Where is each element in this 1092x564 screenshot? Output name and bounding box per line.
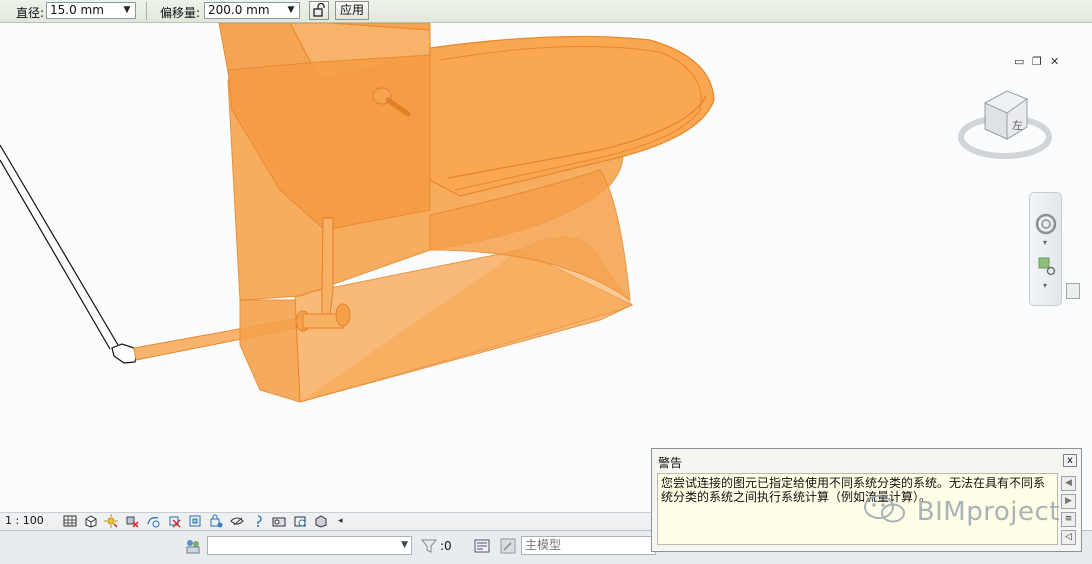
worksharing-icon[interactable] [272, 514, 286, 528]
unlock-icon [313, 2, 325, 17]
visual-style-icon[interactable] [84, 514, 98, 528]
editable-only-icon[interactable] [499, 537, 517, 555]
chevron-down-icon[interactable]: ▼ [121, 3, 133, 18]
close-view-icon[interactable]: ✕ [1050, 55, 1059, 68]
toilet-model-scene[interactable] [0, 23, 1092, 513]
previous-warning-icon[interactable]: ◀ [1061, 476, 1076, 491]
warning-title: 警告 [658, 456, 683, 470]
apply-button[interactable]: 应用 [335, 1, 369, 20]
sun-path-icon[interactable] [104, 514, 118, 528]
viewcube-face-label: 左 [1012, 119, 1023, 132]
analytical-model-icon[interactable] [293, 514, 307, 528]
3d-viewport[interactable]: ▭ ❐ ✕ 左 ▾ ▾ [0, 23, 1092, 513]
vertical-scroll-thumb[interactable] [1066, 283, 1080, 299]
shadows-off-icon[interactable] [125, 514, 139, 528]
minimize-icon[interactable]: ▭ [1014, 55, 1024, 68]
wechat-logo-icon [864, 495, 905, 523]
diameter-label: 直径: [16, 6, 45, 20]
next-warning-icon[interactable]: ▶ [1061, 494, 1076, 509]
separator [146, 2, 147, 20]
show-crop-region-icon[interactable] [188, 514, 202, 528]
detail-level-icon[interactable] [63, 514, 77, 528]
show-details-icon[interactable]: ◁ [1061, 530, 1076, 545]
scroll-left-icon[interactable]: ◂ [338, 514, 352, 528]
worksets-icon[interactable] [184, 537, 202, 555]
expand-warning-icon[interactable]: ≡ [1061, 512, 1076, 527]
workset-selector[interactable]: ▼ [207, 536, 412, 555]
main-model-field[interactable]: 主模型 [521, 536, 656, 555]
lock-3d-view-icon[interactable] [209, 514, 223, 528]
watermark: BIMproject [862, 494, 1060, 527]
view-control-bar: 1 : 100 ◂ [0, 512, 652, 530]
navigation-bar: ▾ ▾ [1029, 192, 1062, 306]
offset-value: 200.0 mm [208, 3, 270, 17]
offset-combobox[interactable]: 200.0 mm ▼ [204, 2, 300, 19]
render-icon[interactable] [146, 514, 160, 528]
viewcube[interactable]: 左 [955, 85, 1055, 170]
design-options-icon[interactable] [473, 537, 491, 555]
temporary-hide-icon[interactable] [230, 514, 244, 528]
svg-text:▾: ▾ [1043, 238, 1047, 247]
crop-view-icon[interactable] [167, 514, 181, 528]
diameter-value: 15.0 mm [50, 3, 104, 17]
chevron-down-icon[interactable]: ▼ [401, 537, 408, 554]
restore-icon[interactable]: ❐ [1032, 55, 1042, 68]
pipe-segment [0, 144, 137, 364]
svg-text:▾: ▾ [1043, 281, 1047, 290]
selection-count: :0 [440, 539, 452, 553]
view-scale[interactable]: 1 : 100 [5, 514, 44, 527]
options-bar: 直径: 15.0 mm ▼ 偏移量: 200.0 mm ▼ 应用 [0, 0, 1092, 23]
watermark-text: BIMproject [916, 497, 1060, 527]
diameter-combobox[interactable]: 15.0 mm ▼ [46, 2, 136, 19]
filter-icon[interactable] [420, 537, 438, 555]
offset-label: 偏移量: [160, 6, 201, 20]
reveal-hidden-icon[interactable] [251, 514, 265, 528]
chevron-down-icon[interactable]: ▼ [285, 3, 297, 18]
main-model-placeholder: 主模型 [525, 538, 562, 552]
lock-button[interactable] [309, 1, 329, 20]
navigation-wheel-icons[interactable]: ▾ ▾ [1030, 193, 1061, 305]
highlight-displacement-icon[interactable] [314, 514, 328, 528]
close-icon[interactable]: x [1063, 454, 1077, 467]
